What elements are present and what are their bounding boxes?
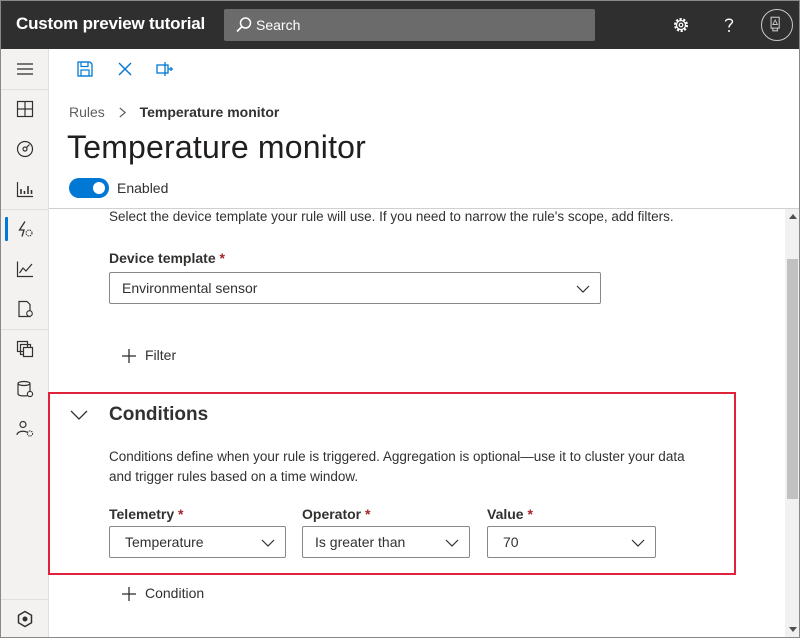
nav-menu[interactable] <box>1 49 49 89</box>
active-indicator <box>5 217 8 241</box>
scroll-up-arrow-icon[interactable] <box>789 214 797 219</box>
nav-rules[interactable] <box>1 209 49 249</box>
chevron-down-icon <box>576 285 590 293</box>
menu-icon <box>17 63 33 75</box>
user-avatar-icon[interactable] <box>761 9 793 41</box>
chevron-down-icon <box>261 539 275 547</box>
conditions-description-line1: Conditions define when your rule is trig… <box>109 449 685 464</box>
administration-icon <box>16 420 34 437</box>
enabled-toggle[interactable] <box>69 178 109 198</box>
page-title: Temperature monitor <box>67 129 367 165</box>
data-export-icon <box>17 380 34 398</box>
chevron-down-icon <box>445 539 459 547</box>
value-dropdown[interactable]: 70 <box>487 526 656 558</box>
save-icon[interactable] <box>75 59 95 79</box>
enabled-label: Enabled <box>117 180 169 196</box>
value-label: Value * <box>487 506 533 522</box>
chevron-down-icon <box>631 539 645 547</box>
breadcrumb: Rules Temperature monitor <box>69 104 279 120</box>
search-icon <box>236 17 252 33</box>
nav-iot-central[interactable] <box>1 599 49 637</box>
search-placeholder: Search <box>256 17 301 33</box>
iot-central-icon <box>17 610 33 628</box>
scope-description: Select the device template your rule wil… <box>109 209 674 224</box>
analytics-icon <box>16 261 33 278</box>
device-groups-icon <box>16 182 33 198</box>
add-condition-label: Condition <box>145 585 205 601</box>
operator-value: Is greater than <box>315 534 406 550</box>
add-filter-label: Filter <box>145 347 177 363</box>
value-value: 70 <box>503 534 519 550</box>
conditions-title: Conditions <box>109 404 209 425</box>
gear-icon[interactable] <box>671 15 691 35</box>
nav-jobs[interactable] <box>1 289 49 329</box>
jobs-icon <box>18 300 33 318</box>
dashboard-icon <box>16 100 34 118</box>
breadcrumb-rules-link[interactable]: Rules <box>69 104 105 120</box>
help-icon[interactable] <box>719 15 739 35</box>
scroll-down-arrow-icon[interactable] <box>789 627 797 632</box>
top-bar: Custom preview tutorial Search <box>1 1 799 49</box>
telemetry-value: Temperature <box>125 534 204 550</box>
telemetry-label: Telemetry * <box>109 506 184 522</box>
left-nav <box>1 49 49 637</box>
app-window: Custom preview tutorial Search Rules Tem… <box>0 0 800 638</box>
device-template-dropdown[interactable]: Environmental sensor <box>109 272 601 304</box>
nav-administration[interactable] <box>1 409 49 449</box>
nav-device-templates[interactable] <box>1 329 49 369</box>
device-template-value: Environmental sensor <box>122 280 258 296</box>
rules-icon <box>18 221 33 237</box>
scrollbar-thumb[interactable] <box>787 259 798 499</box>
vertical-scrollbar[interactable] <box>785 209 799 637</box>
nav-dashboard[interactable] <box>1 89 49 129</box>
operator-label: Operator * <box>302 506 371 522</box>
conditions-description-line2: and trigger rules based on a time window… <box>109 469 359 484</box>
breadcrumb-current: Temperature monitor <box>139 104 280 120</box>
nav-device-groups[interactable] <box>1 169 49 209</box>
operator-dropdown[interactable]: Is greater than <box>302 526 470 558</box>
device-templates-icon <box>16 340 34 358</box>
nav-devices[interactable] <box>1 129 49 169</box>
device-template-label: Device template * <box>109 250 225 266</box>
close-icon[interactable] <box>115 59 135 79</box>
nav-data-export[interactable] <box>1 369 49 409</box>
plus-icon <box>122 587 136 601</box>
chevron-down-icon[interactable] <box>69 405 89 425</box>
test-icon[interactable] <box>155 59 175 79</box>
plus-icon <box>122 349 136 363</box>
chevron-right-icon <box>118 104 127 120</box>
nav-analytics[interactable] <box>1 249 49 289</box>
app-title: Custom preview tutorial <box>16 14 206 33</box>
toggle-knob <box>93 182 105 194</box>
telemetry-dropdown[interactable]: Temperature <box>109 526 286 558</box>
search-box[interactable]: Search <box>224 9 595 41</box>
devices-icon <box>16 140 34 158</box>
